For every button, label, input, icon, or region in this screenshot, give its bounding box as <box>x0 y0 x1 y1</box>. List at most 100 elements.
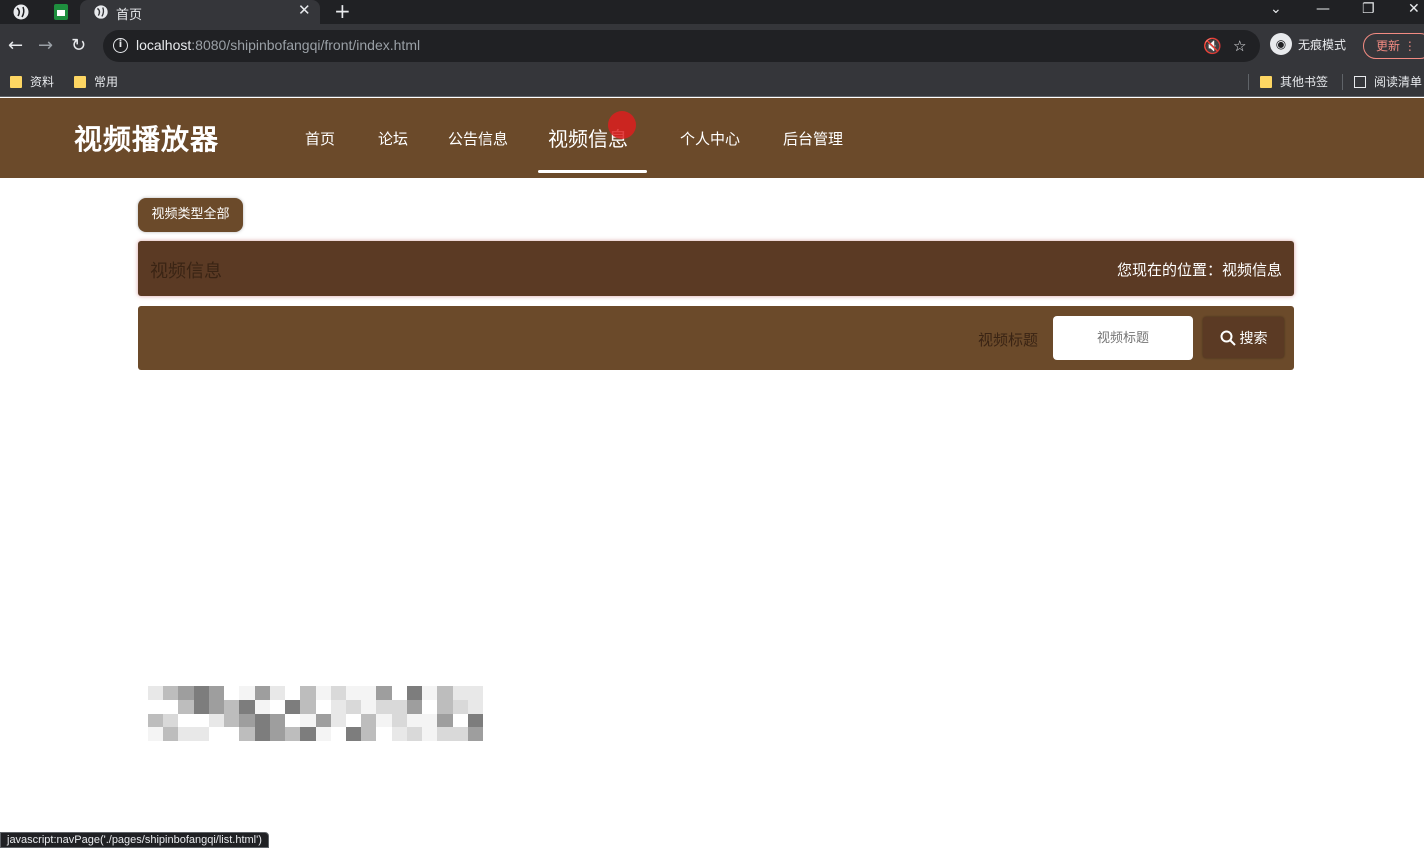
new-tab-button[interactable]: + <box>334 0 351 23</box>
mosaic-cell <box>285 699 301 714</box>
bookmark-label: 其他书签 <box>1280 75 1329 89</box>
incognito-icon: ◉ <box>1270 33 1292 55</box>
reading-list-icon <box>1354 75 1366 88</box>
page-title: 视频信息 <box>150 261 222 282</box>
search-bar: 视频标题 搜索 <box>138 306 1294 370</box>
mosaic-cell <box>148 699 164 714</box>
mosaic-cell <box>148 727 164 741</box>
mosaic-cell <box>467 699 483 714</box>
close-tab-icon[interactable]: ✕ <box>298 1 311 19</box>
mosaic-cell <box>330 727 346 741</box>
address-bar[interactable]: i localhost:8080/shipinbofangqi/front/in… <box>103 30 1260 62</box>
folder-icon <box>10 75 22 88</box>
mosaic-cell <box>330 699 346 714</box>
incognito-label: 无痕模式 <box>1298 37 1347 52</box>
active-nav-indicator <box>538 170 647 173</box>
mosaic-cell <box>467 686 483 700</box>
mosaic-cell <box>467 713 483 728</box>
mosaic-cell <box>148 713 164 728</box>
nav-forum[interactable]: 论坛 <box>378 128 408 149</box>
blocked-popup-icon[interactable]: 🔇 <box>1203 37 1222 55</box>
mosaic-cell <box>178 713 194 728</box>
mosaic-cell <box>269 713 286 728</box>
mosaic-cell <box>437 686 453 700</box>
mosaic-cell <box>239 713 255 728</box>
active-tab[interactable]: 首页 ✕ <box>80 0 320 24</box>
reload-icon[interactable]: ↻ <box>71 35 86 56</box>
incognito-indicator[interactable]: ◉ 无痕模式 <box>1270 33 1346 55</box>
video-type-filter-all[interactable]: 视频类型全部 <box>138 198 243 232</box>
mosaic-cell <box>193 713 209 728</box>
tab-title: 首页 <box>116 8 143 23</box>
mosaic-cell <box>361 699 377 714</box>
bookmark-folder[interactable]: 资料 <box>10 73 54 90</box>
mosaic-cell <box>269 727 286 741</box>
mosaic-cell <box>285 713 301 728</box>
bookmark-folder[interactable]: 常用 <box>74 73 118 90</box>
mosaic-cell <box>422 699 438 714</box>
nav-announcements[interactable]: 公告信息 <box>448 128 508 149</box>
click-indicator <box>608 111 636 139</box>
mosaic-cell <box>345 727 362 741</box>
site-info-icon[interactable]: i <box>113 38 128 53</box>
nav-admin[interactable]: 后台管理 <box>783 128 843 149</box>
mosaic-cell <box>391 699 407 714</box>
search-input[interactable] <box>1053 316 1193 360</box>
mosaic-cell <box>345 686 362 700</box>
back-arrow-icon[interactable]: ← <box>8 35 23 56</box>
bookmark-star-icon[interactable]: ☆ <box>1233 37 1246 55</box>
minimize-button[interactable]: — <box>1316 1 1330 17</box>
mosaic-cell <box>254 727 270 741</box>
nav-home[interactable]: 首页 <box>305 128 335 149</box>
browser-toolbar: ← → ↻ i localhost:8080/shipinbofangqi/fr… <box>0 24 1424 68</box>
mosaic-cell <box>376 727 392 741</box>
mosaic-cell <box>193 699 209 714</box>
site-header: 视频播放器 首页 论坛 公告信息 视频信息 个人中心 后台管理 <box>0 98 1424 178</box>
search-label: 视频标题 <box>978 331 1039 349</box>
bookmark-label: 阅读清单 <box>1374 75 1423 89</box>
site-logo[interactable]: 视频播放器 <box>74 118 219 158</box>
restore-button[interactable]: ❐ <box>1362 1 1375 17</box>
mosaic-cell <box>406 713 423 728</box>
mosaic-cell <box>452 727 468 741</box>
mosaic-cell <box>163 686 179 700</box>
mosaic-cell <box>163 713 179 728</box>
update-button[interactable]: 更新 ⋮ <box>1363 33 1424 59</box>
mosaic-cell <box>254 686 270 700</box>
other-bookmarks[interactable]: 其他书签 <box>1260 73 1328 90</box>
mosaic-cell <box>406 686 423 700</box>
mosaic-cell <box>361 686 377 700</box>
forward-arrow-icon[interactable]: → <box>38 35 53 56</box>
mosaic-cell <box>345 713 362 728</box>
mosaic-cell <box>178 686 194 700</box>
mosaic-cell <box>239 727 255 741</box>
mosaic-cell <box>437 713 453 728</box>
mosaic-cell <box>285 727 301 741</box>
divider <box>1248 74 1249 90</box>
close-window-button[interactable]: ✕ <box>1408 1 1420 17</box>
url-text[interactable]: localhost:8080/shipinbofangqi/front/inde… <box>136 37 420 53</box>
folder-icon <box>1260 75 1272 88</box>
mosaic-cell <box>406 727 423 741</box>
mosaic-cell <box>254 699 270 714</box>
tab-search-icon[interactable]: ⌄ <box>1270 1 1282 17</box>
mosaic-cell <box>452 713 468 728</box>
mosaic-cell <box>208 727 225 741</box>
mosaic-cell <box>422 727 438 741</box>
sheets-icon[interactable] <box>52 3 70 21</box>
reading-list[interactable]: 阅读清单 <box>1354 73 1422 90</box>
mosaic-cell <box>315 686 331 700</box>
mosaic-cell <box>163 699 179 714</box>
mosaic-cell <box>361 727 377 741</box>
mosaic-cell <box>193 686 209 700</box>
globe-icon[interactable] <box>12 3 30 21</box>
globe-icon <box>92 3 110 21</box>
mosaic-cell <box>148 686 164 700</box>
search-button[interactable]: 搜索 <box>1203 317 1284 358</box>
mosaic-cell <box>208 686 225 700</box>
breadcrumb-bar: 视频信息 您现在的位置：视频信息 <box>138 241 1294 296</box>
mosaic-cell <box>300 686 316 700</box>
mosaic-cell <box>300 713 316 728</box>
nav-personal-center[interactable]: 个人中心 <box>680 128 740 149</box>
mosaic-cell <box>300 699 316 714</box>
